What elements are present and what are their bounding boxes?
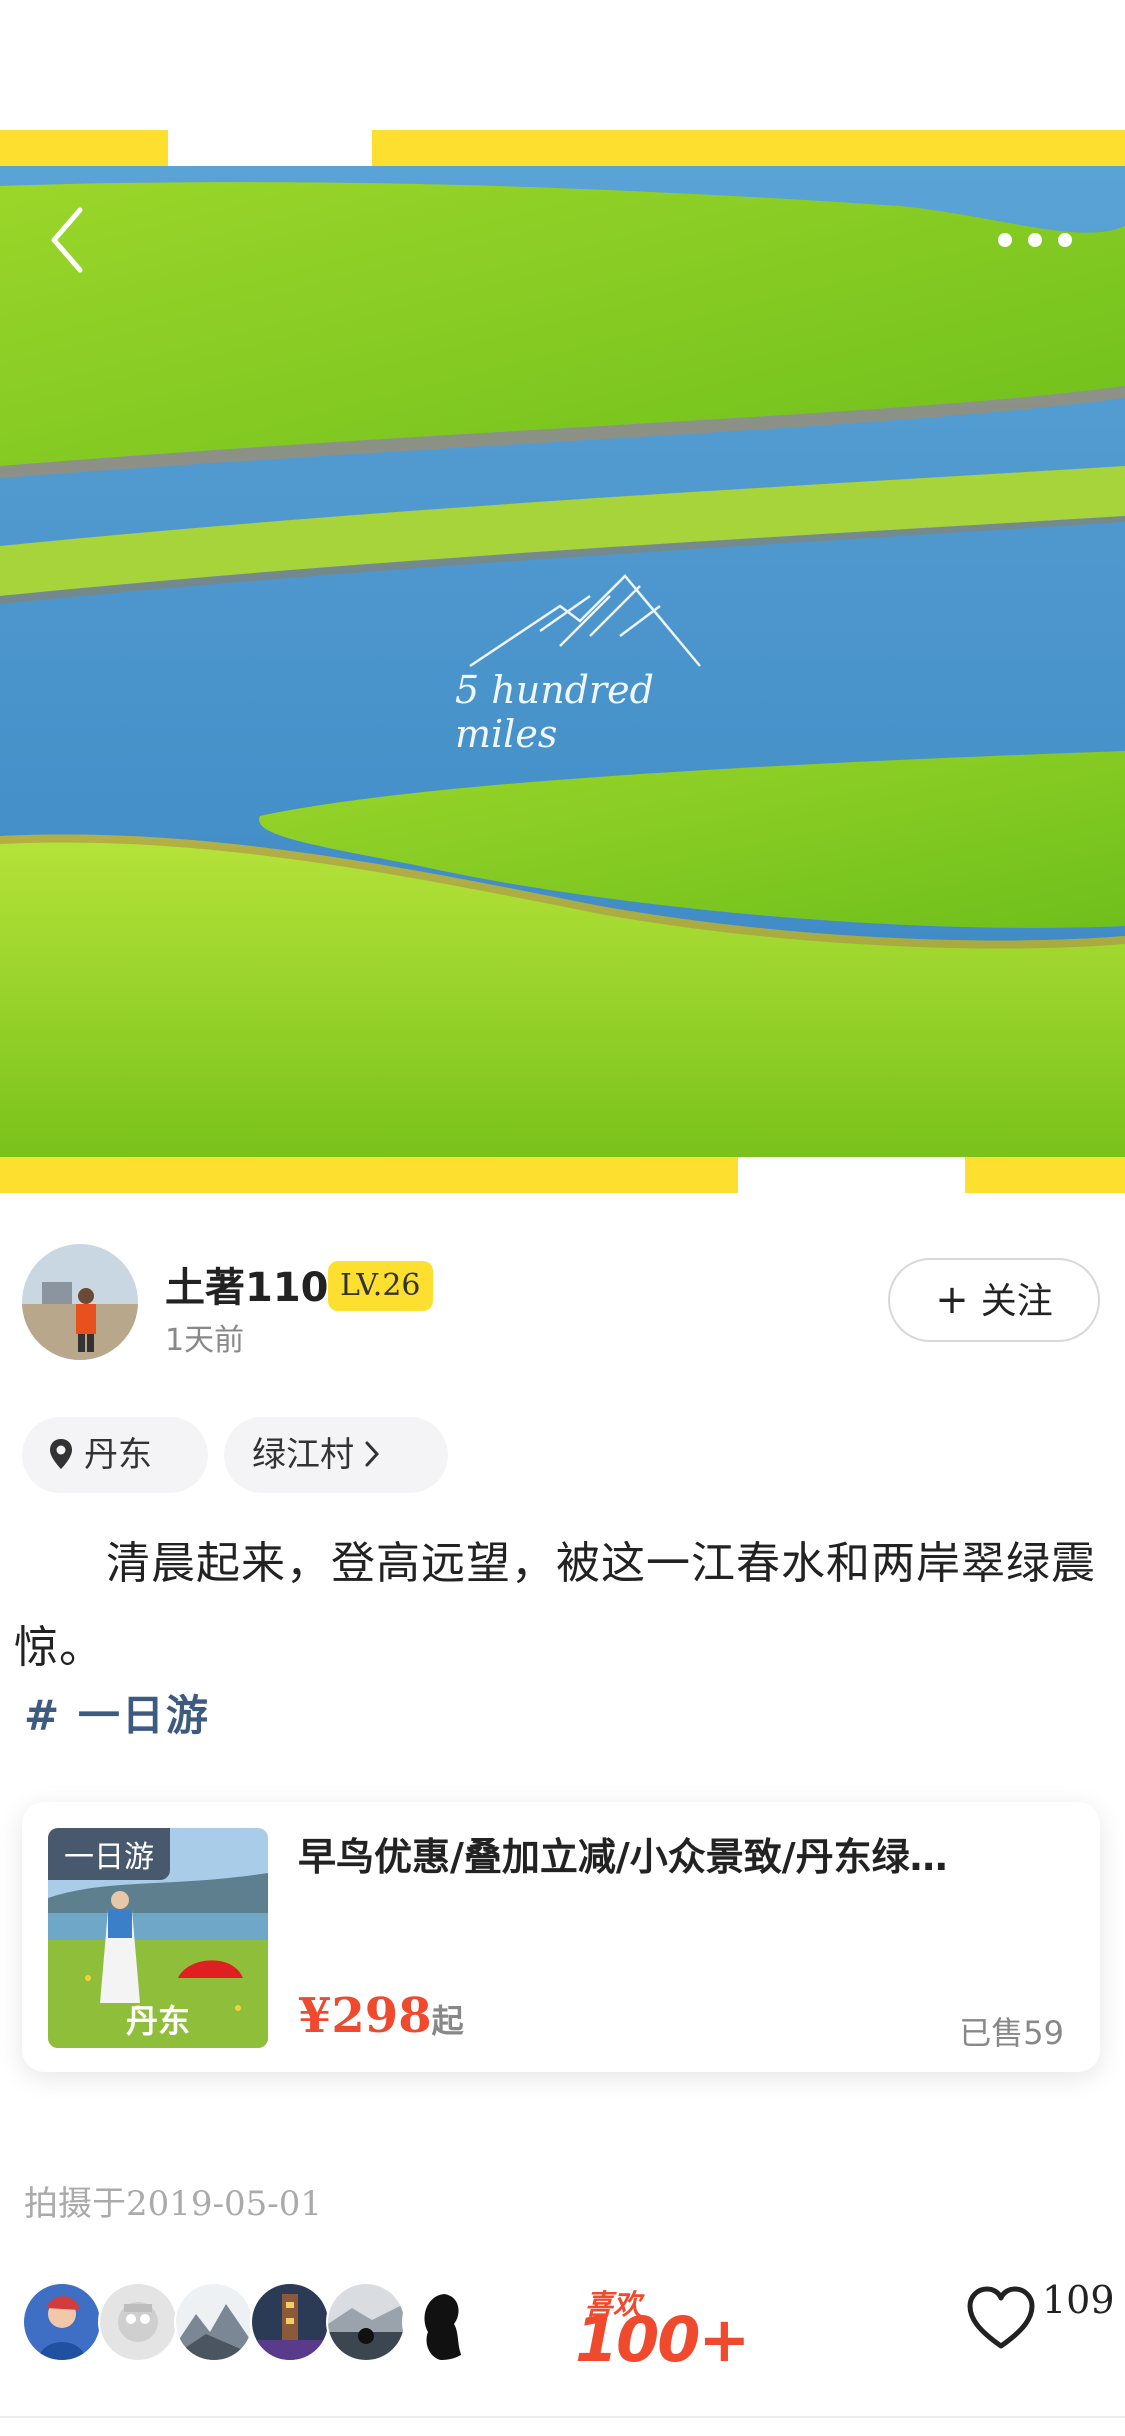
post-text: 清晨起来，登高远望，被这一江春水和两岸翠绿震惊。 [14, 1538, 1096, 1673]
price-value: ¥298 [298, 1988, 432, 2044]
liker-avatar-image [100, 2284, 176, 2360]
liker-avatar[interactable] [98, 2282, 178, 2362]
back-arrow-icon [51, 207, 83, 273]
hero-top-bar-right [372, 130, 1125, 166]
liker-avatar[interactable] [250, 2282, 330, 2362]
liker-avatar-image [176, 2284, 252, 2360]
liker-avatar[interactable] [402, 2282, 482, 2362]
liker-avatar-image [328, 2284, 404, 2360]
location-city-label: 丹东 [84, 1435, 152, 1475]
location-pin-icon [50, 1438, 72, 1469]
liker-avatar-image [404, 2284, 480, 2360]
heart-icon [967, 2286, 1035, 2349]
liker-avatar-image [24, 2284, 100, 2360]
landscape-illustration [0, 166, 1125, 1157]
liker-avatar[interactable] [22, 2282, 102, 2362]
hero-watermark-text: 5 hundred miles [455, 668, 654, 756]
location-village-chip[interactable]: 绿江村 [224, 1417, 448, 1493]
product-card[interactable]: 一日游 丹东 早鸟优惠/叠加立减/小众景致/丹东绿… ¥298起 已售59 [22, 1802, 1100, 2072]
author-avatar[interactable] [22, 1244, 138, 1360]
product-tag: 一日游 [48, 1828, 170, 1880]
follow-label: 关注 [980, 1281, 1053, 1322]
hero-bottom-bar-left [0, 1157, 738, 1193]
product-sold: 已售59 [959, 2014, 1064, 2052]
price-suffix: 起 [431, 2002, 464, 2040]
topic-tag[interactable]: # 一日游 [24, 1682, 210, 1743]
back-button[interactable] [40, 200, 100, 280]
more-button[interactable] [990, 220, 1080, 260]
liker-avatar[interactable] [174, 2282, 254, 2362]
product-title: 早鸟优惠/叠加立减/小众景致/丹东绿… [298, 1835, 948, 1879]
divider [0, 2416, 1125, 2418]
level-badge: LV.26 [328, 1261, 433, 1311]
shot-date: 拍摄于2019-05-01 [24, 2184, 323, 2224]
liker-avatar-image [252, 2284, 328, 2360]
hero-photo[interactable] [0, 166, 1125, 1157]
follow-button[interactable]: + 关注 [888, 1258, 1100, 1342]
product-thumbnail: 一日游 丹东 [48, 1828, 268, 2048]
likes-100-badge: 喜欢 100+ [565, 2283, 750, 2376]
hero-top-bar-left [0, 130, 168, 166]
post-time: 1天前 [165, 1323, 245, 1358]
like-count: 109 [1042, 2278, 1115, 2322]
plus-icon: + [935, 1277, 969, 1323]
location-city-chip[interactable]: 丹东 [22, 1417, 208, 1493]
likes-badge-number: 100+ [575, 2303, 750, 2376]
liker-avatar[interactable] [326, 2282, 406, 2362]
author-avatar-image [22, 1244, 138, 1360]
like-button[interactable] [966, 2286, 1036, 2352]
product-price: ¥298起 [298, 1988, 464, 2044]
location-village-label: 绿江村 [252, 1435, 354, 1475]
chevron-right-icon [365, 1441, 380, 1466]
product-city: 丹东 [125, 2002, 190, 2040]
more-dots-icon [998, 233, 1072, 247]
hero-bottom-bar-right [965, 1157, 1125, 1193]
author-name[interactable]: 土著110 [165, 1255, 329, 1313]
